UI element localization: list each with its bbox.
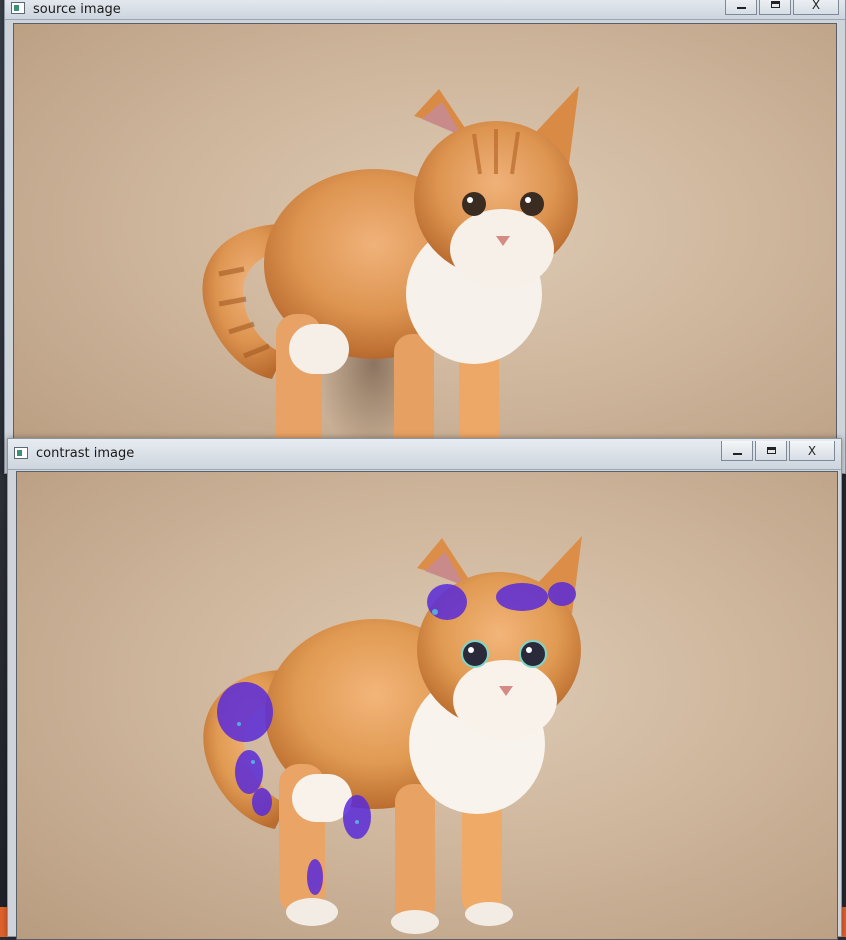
window-app-icon — [14, 447, 28, 459]
minimize-icon — [736, 6, 746, 9]
minimize-button[interactable] — [721, 441, 753, 461]
kitten-photo-contrast — [203, 536, 582, 934]
window-title: contrast image — [36, 446, 135, 461]
window-titlebar[interactable]: contrast image X — [8, 439, 841, 470]
window-titlebar[interactable]: source image X — [5, 0, 845, 20]
window-app-icon — [11, 2, 25, 14]
contrast-image-canvas — [16, 471, 838, 940]
window-controls: X — [719, 441, 835, 463]
minimize-button[interactable] — [725, 0, 757, 15]
close-icon: X — [811, 0, 821, 12]
source-image-canvas — [13, 23, 837, 473]
maximize-icon — [770, 1, 780, 8]
close-button[interactable]: X — [793, 0, 839, 15]
contrast-image-window: contrast image X — [7, 438, 842, 940]
kitten-photo-source — [202, 86, 579, 472]
maximize-icon — [766, 447, 776, 454]
minimize-icon — [732, 452, 742, 455]
close-icon: X — [807, 443, 817, 458]
window-title: source image — [33, 2, 121, 17]
maximize-button[interactable] — [759, 0, 791, 15]
maximize-button[interactable] — [755, 441, 787, 461]
window-controls: X — [723, 0, 839, 16]
source-image-window: source image X — [4, 0, 846, 474]
close-button[interactable]: X — [789, 441, 835, 461]
